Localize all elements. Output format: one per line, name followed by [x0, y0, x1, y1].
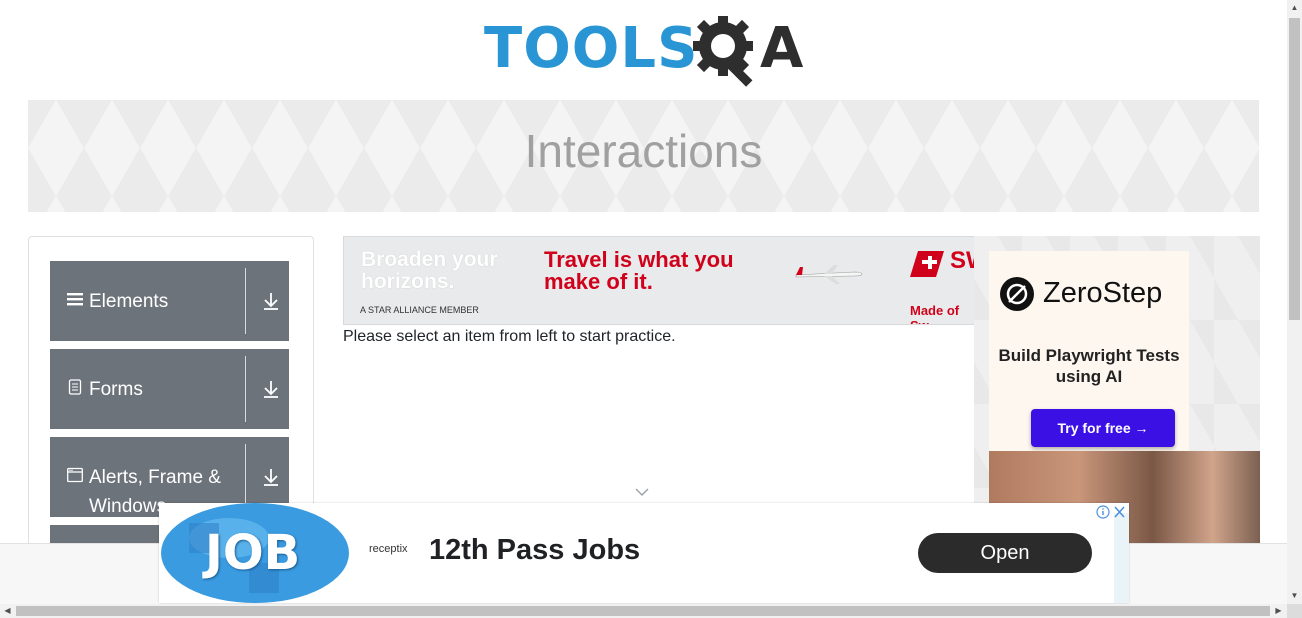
vertical-scrollbar[interactable]: ▲ ▼ — [1287, 0, 1302, 604]
scroll-right-icon[interactable]: ▶ — [1274, 606, 1283, 616]
ad-left-text: Broaden your horizons. — [361, 248, 498, 293]
zerostep-brand: ZeroStep — [1043, 277, 1163, 309]
horizontal-scrollbar[interactable]: ◀ ▶ — [0, 604, 1287, 618]
scrollbar-corner — [1287, 604, 1302, 618]
zerostep-ad[interactable]: ZeroStep Build Playwright Tests using AI… — [974, 236, 1260, 543]
download-icon[interactable] — [262, 291, 280, 311]
divider — [245, 356, 246, 422]
ad-small-text: A STAR ALLIANCE MEMBER — [360, 305, 479, 315]
page-title: Interactions — [524, 125, 763, 177]
ad-brand-text: SW — [950, 247, 974, 274]
receptix-brand: receptix — [369, 543, 408, 555]
try-for-free-button[interactable]: Try for free → — [1031, 409, 1175, 447]
airplane-icon — [795, 265, 863, 284]
ad-headline: 12th Pass Jobs — [429, 534, 641, 566]
practice-instructions: Please select an item from left to start… — [343, 328, 676, 345]
scroll-down-icon[interactable]: ▼ — [1290, 591, 1299, 600]
toolsqa-logo[interactable]: TOOLS A — [484, 14, 808, 92]
job-image-text: JOB — [205, 525, 301, 581]
scroll-up-icon[interactable]: ▲ — [1290, 3, 1299, 12]
logo-text-a: A — [760, 16, 804, 81]
window-icon — [67, 467, 83, 483]
logo-text-tools: TOOLS — [484, 16, 699, 81]
download-icon[interactable] — [262, 379, 280, 399]
open-button[interactable]: Open — [918, 533, 1092, 573]
swiss-ad-banner[interactable]: Broaden your horizons. Travel is what yo… — [343, 236, 975, 325]
chevron-down-icon[interactable] — [635, 487, 649, 497]
vertical-scroll-thumb[interactable] — [1289, 18, 1300, 320]
zerostep-card: ZeroStep Build Playwright Tests using AI… — [989, 251, 1189, 451]
download-icon[interactable] — [262, 467, 280, 487]
sidebar-group-elements[interactable]: Elements — [50, 261, 289, 341]
jobs-ad[interactable]: JOB receptix 12th Pass Jobs Open — [159, 503, 1129, 603]
adchoices-close-icon[interactable] — [1096, 505, 1126, 519]
divider — [245, 268, 246, 334]
ad-middle-text: Travel is what you make of it. — [544, 247, 734, 294]
sidebar-group-forms[interactable]: Forms — [50, 349, 289, 429]
sidebar-group-label: Forms — [89, 379, 143, 400]
page-banner: Interactions — [28, 100, 1259, 212]
zerostep-logo-icon — [1000, 277, 1034, 311]
scroll-left-icon[interactable]: ◀ — [3, 606, 12, 616]
document-icon — [68, 379, 82, 395]
ad-side-strip — [1114, 513, 1129, 603]
hamburger-icon — [67, 293, 83, 306]
horizontal-scroll-thumb[interactable] — [16, 606, 1270, 616]
divider — [245, 444, 246, 510]
sidebar-group-label: Elements — [89, 291, 169, 312]
zerostep-description: Build Playwright Tests using AI — [998, 346, 1180, 386]
ad-footer-text: Made of Sw — [910, 303, 960, 324]
gear-magnifier-icon — [693, 16, 753, 87]
